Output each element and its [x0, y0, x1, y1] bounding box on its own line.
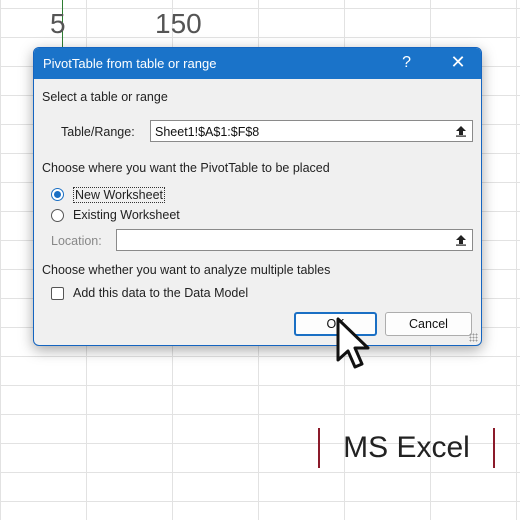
section-multiple-tables-label: Choose whether you want to analyze multi… — [42, 263, 331, 277]
radio-existing-worksheet[interactable] — [51, 209, 64, 222]
section-placement-label: Choose where you want the PivotTable to … — [42, 161, 330, 175]
cell-value-5[interactable]: 5 — [50, 0, 66, 48]
cell-value-150[interactable]: 150 — [155, 0, 202, 48]
location-input[interactable] — [116, 229, 473, 251]
section-select-range-label: Select a table or range — [42, 90, 168, 104]
table-range-input[interactable]: Sheet1!$A$1:$F$8 — [150, 120, 473, 142]
data-model-checkbox[interactable] — [51, 287, 64, 300]
resize-grip-icon[interactable] — [469, 333, 478, 342]
data-model-label[interactable]: Add this data to the Data Model — [73, 286, 248, 300]
location-label: Location: — [51, 234, 102, 248]
table-range-value: Sheet1!$A$1:$F$8 — [155, 125, 260, 139]
radio-new-worksheet[interactable] — [51, 188, 64, 201]
help-icon[interactable]: ? — [402, 54, 411, 72]
cancel-button[interactable]: Cancel — [385, 312, 472, 336]
dialog-title: PivotTable from table or range — [43, 56, 217, 71]
table-range-label: Table/Range: — [61, 125, 135, 139]
brand-label: MS Excel — [318, 428, 495, 468]
dialog-titlebar[interactable]: PivotTable from table or range ? ✕ — [34, 48, 481, 79]
mouse-cursor-icon — [335, 316, 371, 377]
pivottable-dialog: PivotTable from table or range ? ✕ Selec… — [33, 47, 482, 346]
close-icon[interactable]: ✕ — [447, 52, 469, 73]
radio-existing-worksheet-label[interactable]: Existing Worksheet — [73, 208, 180, 222]
location-collapse-icon[interactable] — [450, 230, 472, 250]
radio-new-worksheet-label[interactable]: New Worksheet — [73, 187, 165, 203]
collapse-dialog-icon[interactable] — [450, 121, 472, 141]
